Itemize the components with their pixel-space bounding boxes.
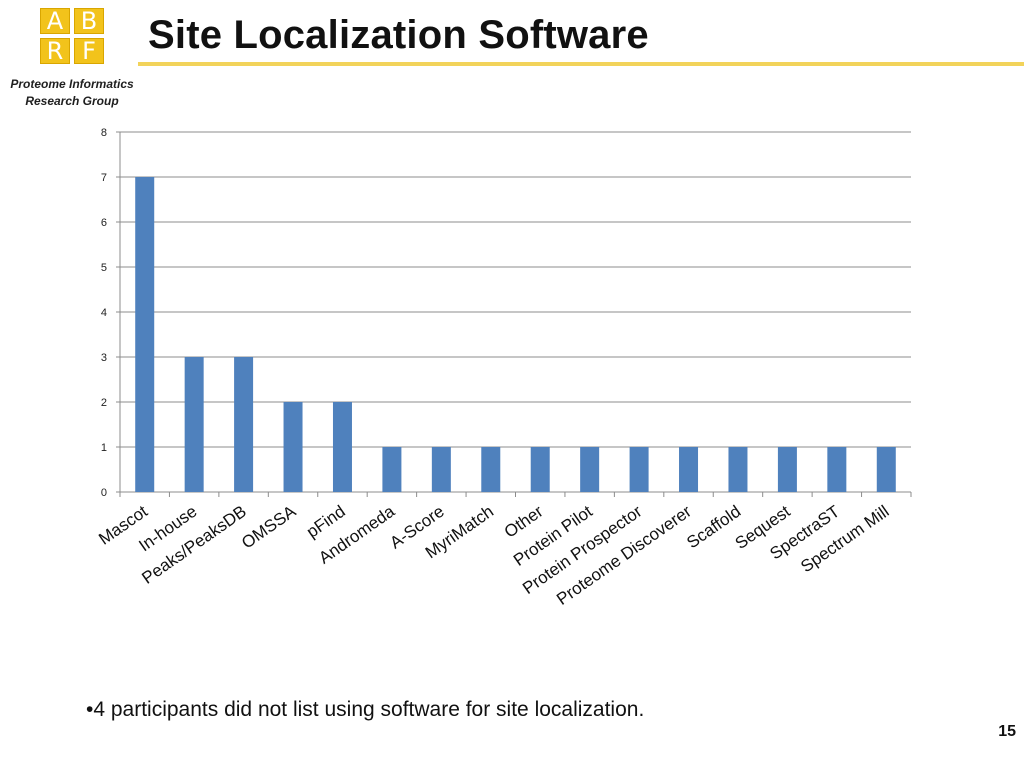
bar-chart: 012345678MascotIn-housePeaks/PeaksDBOMSS… (95, 127, 912, 609)
bar-protein-prospector (629, 447, 649, 492)
y-tick-label: 5 (101, 262, 107, 274)
bar-scaffold (728, 447, 748, 492)
organization-name: Proteome Informatics Research Group (4, 76, 140, 110)
slide-title: Site Localization Software (148, 13, 649, 57)
bar-sequest (777, 447, 797, 492)
bar-omssa (283, 402, 303, 492)
org-line-1: Proteome Informatics (10, 77, 134, 91)
bar-andromeda (382, 447, 402, 492)
y-tick-label: 0 (101, 487, 107, 499)
y-tick-label: 8 (101, 127, 107, 139)
bar-protein-pilot (580, 447, 600, 492)
org-line-2: Research Group (25, 94, 119, 108)
bar-peaks-peaksdb (234, 357, 254, 492)
y-tick-label: 2 (101, 397, 107, 409)
bar-spectrum-mill (876, 447, 896, 492)
bar-myrimatch (481, 447, 501, 492)
bar-pfind (332, 402, 352, 492)
page-number: 15 (998, 723, 1016, 740)
bar-mascot (135, 177, 155, 492)
bar-spectrast (827, 447, 847, 492)
logo-letter-a: A (40, 8, 70, 34)
x-category-label: Scaffold (683, 502, 744, 553)
y-tick-label: 3 (101, 352, 107, 364)
bar-proteome-discoverer (679, 447, 699, 492)
y-tick-label: 4 (101, 307, 107, 319)
logo-letter-b: B (74, 8, 104, 34)
x-category-label: OMSSA (238, 501, 300, 552)
abrf-logo: A B R F (40, 8, 108, 68)
y-tick-label: 1 (101, 442, 107, 454)
logo-letter-r: R (40, 38, 70, 64)
y-tick-label: 7 (101, 172, 107, 184)
y-tick-label: 6 (101, 217, 107, 229)
bar-other (530, 447, 550, 492)
bar-in-house (184, 357, 204, 492)
bullet-note: •4 participants did not list using softw… (86, 698, 645, 721)
bar-a-score (431, 447, 451, 492)
logo-letter-f: F (74, 38, 104, 64)
title-underline (138, 62, 1024, 66)
